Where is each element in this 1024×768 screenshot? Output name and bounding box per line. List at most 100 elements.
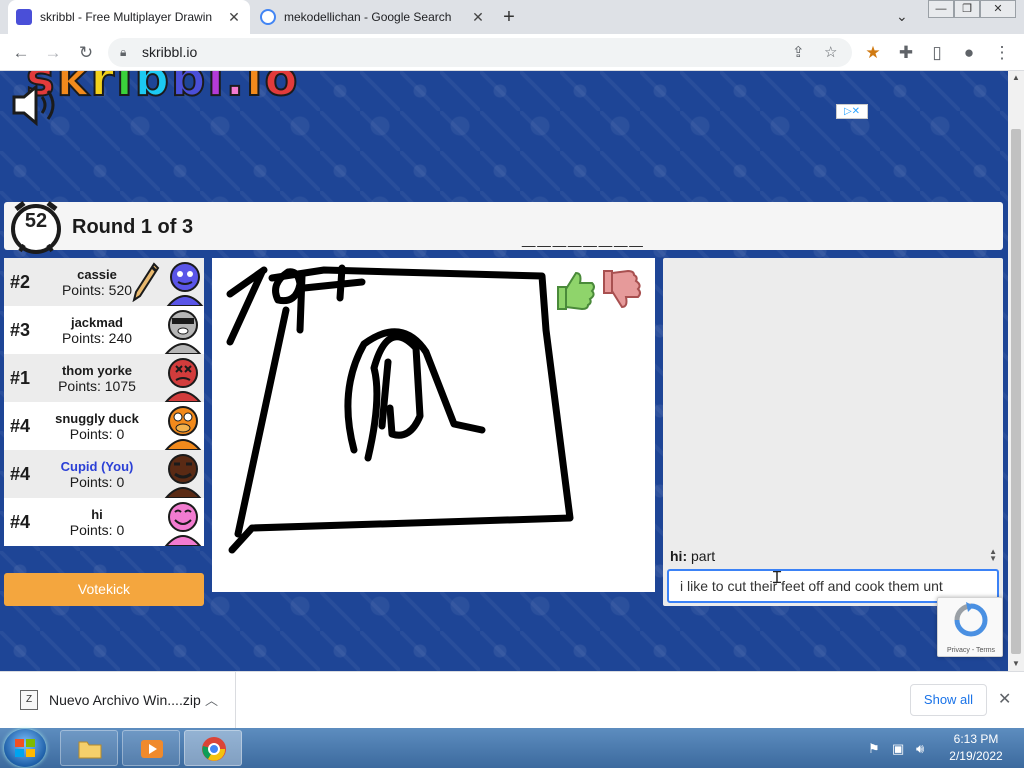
share-icon[interactable]: ⇪ [792,38,805,67]
taskbar-chrome[interactable] [184,730,242,766]
skribbl-logo: skribbl.io [25,71,300,108]
close-icon[interactable]: ✕ [998,689,1011,709]
windows-logo-icon [15,739,35,757]
download-item[interactable]: Z Nuevo Archivo Win....zip ︿ [0,672,236,728]
close-tab-icon[interactable]: ✕ [226,9,242,26]
player-points: Points: 0 [69,522,125,538]
tab-google-search[interactable]: mekodellichan - Google Search ✕ [252,0,494,34]
player-row[interactable]: #4 snuggly duck Points: 0 [4,402,204,450]
avatar [166,262,204,306]
round-indicator: Round 1 of 3 [72,216,194,238]
player-rank: #3 [10,320,31,340]
forward-icon[interactable]: → [40,40,66,66]
extensions-puzzle-icon[interactable]: ✚ [893,40,919,66]
player-name: Cupid (You) [60,459,134,474]
votekick-button[interactable]: Votekick [4,573,204,606]
network-flag-icon[interactable]: ⚑ [868,741,880,757]
taskbar-media-player[interactable] [122,730,180,766]
avatar [164,358,202,402]
player-points: Points: 0 [69,426,125,442]
player-rank: #2 [10,272,31,292]
chat-author: hi: [670,548,688,564]
scroll-thumb[interactable] [1011,129,1021,654]
tab-skribbl[interactable]: skribbl - Free Multiplayer Drawin ✕ [8,0,250,34]
chat-panel: hi: part ▲ ▼ [663,258,1003,606]
back-icon[interactable]: ← [8,40,34,66]
alarm-clock-icon: 52 [6,197,66,255]
thumbs-up-icon[interactable] [552,267,598,313]
url-text: skribbl.io [142,44,198,60]
chat-message: hi: part [670,548,715,564]
avatar [164,454,202,498]
player-points: Points: 240 [61,330,133,346]
media-player-icon [141,740,163,758]
scroll-down-icon[interactable]: ▼ [1008,659,1024,668]
tab-title: skribbl - Free Multiplayer Drawin [40,10,213,24]
new-tab-button[interactable]: + [498,6,520,28]
chrome-icon [202,737,226,761]
player-rank: #4 [10,416,31,436]
reload-icon[interactable]: ↻ [73,40,99,66]
menu-kebab-icon[interactable]: ⋮ [989,40,1015,66]
windows-taskbar: ⚑ ▣ 🔊︎ 6:13 PM 2/19/2022 [0,728,1024,768]
close-window-button[interactable]: ✕ [980,0,1016,18]
lock-icon: 🔒︎ [120,45,127,59]
thumbs-down-icon[interactable] [598,267,644,313]
address-bar[interactable]: 🔒︎ skribbl.io ⇪ ☆ [108,38,852,67]
tab-title: mekodellichan - Google Search [284,10,452,24]
avatar [164,406,202,450]
chat-text: part [691,548,716,564]
player-name: snuggly duck [55,411,139,426]
taskbar-explorer[interactable] [60,730,118,766]
recaptcha-badge[interactable]: Privacy - Terms [937,597,1003,657]
player-rank: #4 [10,464,31,484]
pencil-icon [132,262,160,302]
scroll-up-icon[interactable]: ▲ [1008,73,1024,82]
restore-button[interactable]: ❐ [954,0,980,18]
player-row[interactable]: #4 Cupid (You) Points: 0 [4,450,204,498]
taskbar-date[interactable]: 2/19/2022 [944,749,1008,763]
player-points: Points: 0 [69,474,125,490]
chevron-up-icon[interactable]: ︿ [205,690,218,709]
folder-icon [78,741,102,759]
player-name: hi [91,507,103,522]
ad-choices-icon[interactable]: ▷✕ [836,104,868,119]
extension-star-icon[interactable]: ★ [860,40,886,66]
zip-file-icon: Z [20,690,38,710]
player-row[interactable]: #1 thom yorke Points: 1075 [4,354,204,402]
download-filename: Nuevo Archivo Win....zip [49,692,201,708]
show-all-button[interactable]: Show all [910,684,987,716]
word-hint: ________ [522,223,645,250]
google-favicon-icon [260,9,276,25]
bookmark-star-icon[interactable]: ☆ [824,38,837,67]
download-bar: Z Nuevo Archivo Win....zip ︿ Show all ✕ [0,671,1024,728]
browser-toolbar: ← → ↻ 🔒︎ skribbl.io ⇪ ☆ ★ ✚ ▯ ● ⋮ [0,34,1024,71]
avatar [164,502,202,546]
page-scrollbar[interactable]: ▲ ▼ [1008,71,1024,671]
player-row[interactable]: #4 hi Points: 0 [4,498,204,546]
player-row[interactable]: #3 jackmad Points: 240 [4,306,204,354]
network-icon[interactable]: ▣ [892,741,904,757]
recaptcha-icon [954,602,988,637]
player-rank: #4 [10,512,31,532]
profile-avatar-icon[interactable]: ● [956,40,982,66]
player-name: thom yorke [61,363,133,378]
side-panel-icon[interactable]: ▯ [924,40,950,66]
player-row[interactable]: #2 cassie Points: 520 [4,258,204,306]
minimize-button[interactable]: — [928,0,954,18]
tab-strip: skribbl - Free Multiplayer Drawin ✕ meko… [0,0,1024,34]
avatar [164,310,202,354]
sound-icon[interactable] [10,83,58,127]
player-name: jackmad [70,315,124,330]
taskbar-time[interactable]: 6:13 PM [952,732,1000,746]
volume-icon[interactable]: 🔊︎ [916,741,924,757]
tab-search-chevron-icon[interactable]: ⌄ [896,8,908,25]
close-tab-icon[interactable]: ✕ [470,9,486,26]
player-list: #2 cassie Points: 520 #3 jackmad Points:… [4,258,204,546]
text-cursor-icon: Ｉ [769,570,786,587]
player-rank: #1 [10,368,31,388]
recaptcha-text[interactable]: Privacy - Terms [938,647,1004,654]
start-button[interactable] [4,729,46,767]
skribbl-favicon-icon [16,9,32,25]
chat-scroll-arrows-icon[interactable]: ▲ ▼ [989,548,997,563]
